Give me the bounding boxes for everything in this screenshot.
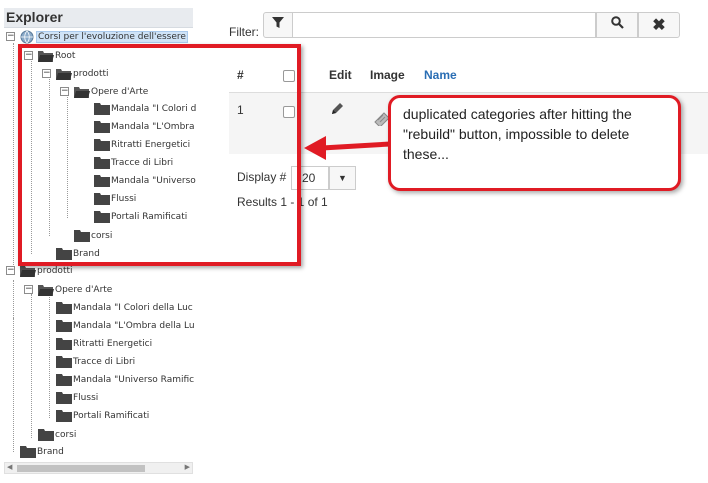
tree-item-label: Mandala "I Colori della Luc [73, 303, 193, 313]
tree-item[interactable]: Tracce di Libri [56, 353, 135, 371]
folder-open-icon [38, 284, 54, 296]
tree-item-label: Mandala "L'Ombra della Lu [73, 321, 195, 331]
tree-item-label: Ritratti Energetici [73, 339, 153, 349]
scrollbar-thumb[interactable] [17, 465, 145, 472]
explorer-title: Explorer [4, 8, 193, 28]
collapse-toggle-icon[interactable]: − [24, 285, 33, 294]
filter-label: Filter: [229, 25, 259, 39]
tree-item-label: Tracce di Libri [73, 357, 136, 367]
folder-icon [56, 374, 72, 386]
tree-label-prodotti: prodotti [37, 266, 73, 276]
x-icon: ✖ [652, 17, 666, 34]
tree-node-opere-2[interactable]: − Opere d'Arte [24, 281, 112, 299]
filter-input[interactable] [293, 12, 596, 38]
tree-item[interactable]: Mandala "Universo Ramific [56, 371, 194, 389]
column-header-name[interactable]: Name [424, 68, 457, 82]
folder-icon [38, 429, 54, 441]
tree-label-corsi: corsi [55, 430, 77, 440]
folder-icon [56, 320, 72, 332]
funnel-icon [272, 16, 284, 34]
folder-icon [56, 410, 72, 422]
filter-toggle-button[interactable] [263, 12, 293, 38]
collapse-toggle-icon[interactable]: − [6, 32, 15, 41]
highlight-box [18, 44, 301, 266]
tree-item[interactable]: Mandala "L'Ombra della Lu [56, 317, 195, 335]
tree-node-brand-2[interactable]: Brand [20, 443, 64, 461]
magnifier-icon [610, 16, 624, 34]
tree-label-brand: Brand [37, 447, 64, 457]
tree-item[interactable]: Portali Ramificati [56, 407, 149, 425]
chevron-down-icon[interactable]: ▼ [329, 166, 356, 190]
clear-filter-button[interactable]: ✖ [638, 12, 680, 38]
tree-label-site: Corsi per l'evoluzione dell'essere [36, 31, 188, 43]
search-button[interactable] [596, 12, 638, 38]
tree-item[interactable]: Mandala "I Colori della Luc [56, 299, 193, 317]
annotation-callout: duplicated categories after hitting the … [388, 95, 681, 191]
folder-icon [56, 356, 72, 368]
annotation-arrow-icon [304, 136, 391, 160]
collapse-toggle-icon[interactable]: − [6, 266, 15, 275]
tree-node-corsi-2[interactable]: corsi [38, 426, 76, 444]
folder-icon [20, 446, 36, 458]
folder-icon [56, 302, 72, 314]
folder-icon [56, 392, 72, 404]
scroll-left-icon[interactable]: ◀ [7, 463, 12, 473]
column-header-image: Image [370, 68, 405, 82]
tree-item-label: Portali Ramificati [73, 411, 150, 421]
folder-icon [56, 338, 72, 350]
scroll-right-icon[interactable]: ▶ [185, 463, 190, 473]
tree-item-label: Flussi [73, 393, 99, 403]
tree-label-opere: Opere d'Arte [55, 285, 113, 295]
tree-item[interactable]: Flussi [56, 389, 98, 407]
column-header-edit: Edit [329, 68, 352, 82]
tree-item-label: Mandala "Universo Ramific [73, 375, 195, 385]
pencil-icon[interactable] [330, 102, 344, 121]
horizontal-scrollbar[interactable]: ◀ ▶ [4, 462, 193, 474]
tree-item[interactable]: Ritratti Energetici [56, 335, 152, 353]
globe-icon [20, 30, 34, 44]
folder-open-icon [20, 265, 36, 277]
